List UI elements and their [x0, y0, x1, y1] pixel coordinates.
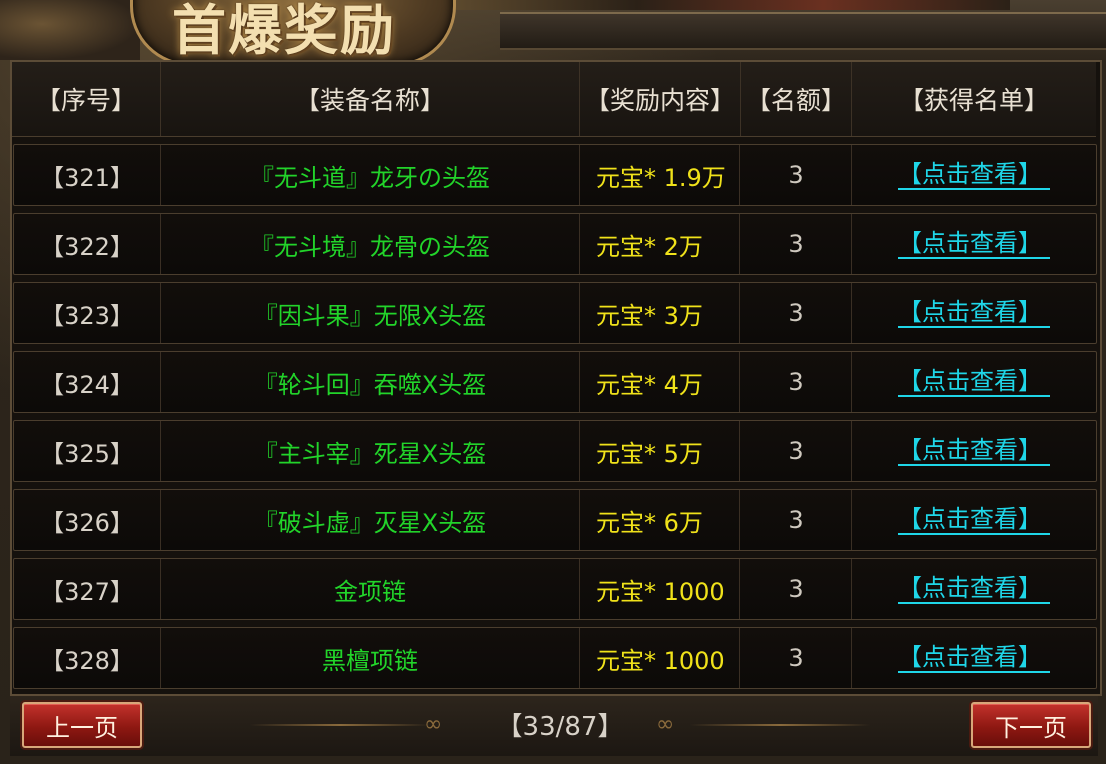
- equipment-name: 黑檀项链: [161, 628, 580, 688]
- equipment-name: 金项链: [161, 559, 580, 619]
- header-quota: 【名额】: [741, 62, 852, 136]
- row-index: 【328】: [14, 628, 161, 688]
- top-rail: [500, 12, 1106, 50]
- pager-divider-left: [250, 724, 430, 726]
- view-winners-link[interactable]: 【点击查看】: [898, 160, 1050, 190]
- header-index: 【序号】: [12, 62, 161, 136]
- table-row: 【328】 黑檀项链 元宝* 1000 3 【点击查看】: [13, 627, 1097, 689]
- row-index: 【324】: [14, 352, 161, 412]
- winner-list-cell: 【点击查看】: [852, 559, 1096, 619]
- row-index: 【325】: [14, 421, 161, 481]
- view-winners-link[interactable]: 【点击查看】: [898, 367, 1050, 397]
- table-row: 【323】 『因斗果』无限Ⅹ头盔 元宝* 3万 3 【点击查看】: [13, 282, 1097, 344]
- reward-amount: 元宝* 1.9万: [580, 145, 740, 205]
- table-row: 【322】 『无斗境』龙骨の头盔 元宝* 2万 3 【点击查看】: [13, 213, 1097, 275]
- view-winners-link[interactable]: 【点击查看】: [898, 298, 1050, 328]
- row-index: 【326】: [14, 490, 161, 550]
- table-row: 【326】 『破斗虚』灭星Ⅹ头盔 元宝* 6万 3 【点击查看】: [13, 489, 1097, 551]
- equipment-name: 『无斗境』龙骨の头盔: [161, 214, 580, 274]
- reward-amount: 元宝* 1000: [580, 628, 740, 688]
- winner-list-cell: 【点击查看】: [852, 214, 1096, 274]
- view-winners-link[interactable]: 【点击查看】: [898, 505, 1050, 535]
- top-decoration-strip: [450, 0, 1010, 10]
- view-winners-link[interactable]: 【点击查看】: [898, 229, 1050, 259]
- equipment-name: 『破斗虚』灭星Ⅹ头盔: [161, 490, 580, 550]
- view-winners-link[interactable]: 【点击查看】: [898, 643, 1050, 673]
- table-row: 【324】 『轮斗回』吞噬Ⅹ头盔 元宝* 4万 3 【点击查看】: [13, 351, 1097, 413]
- pager-divider-right: [690, 724, 870, 726]
- banner-title: 首爆奖励: [172, 0, 396, 62]
- corner-ornament: [0, 0, 140, 60]
- winner-list-cell: 【点击查看】: [852, 490, 1096, 550]
- quota-count: 3: [741, 352, 852, 412]
- quota-count: 3: [741, 490, 852, 550]
- equipment-name: 『主斗宰』死星Ⅹ头盔: [161, 421, 580, 481]
- equipment-name: 『轮斗回』吞噬Ⅹ头盔: [161, 352, 580, 412]
- reward-window: 首爆奖励 【序号】 【装备名称】 【奖励内容】 【名额】 【获得名单】 【321…: [0, 0, 1106, 764]
- quota-count: 3: [741, 628, 852, 688]
- winner-list-cell: 【点击查看】: [852, 352, 1096, 412]
- quota-count: 3: [741, 145, 852, 205]
- page-indicator: 【33/87】: [496, 711, 624, 742]
- row-index: 【323】: [14, 283, 161, 343]
- quota-count: 3: [741, 283, 852, 343]
- prev-page-button[interactable]: 上一页: [22, 702, 142, 748]
- view-winners-link[interactable]: 【点击查看】: [898, 574, 1050, 604]
- equipment-name: 『无斗道』龙牙の头盔: [161, 145, 580, 205]
- quota-count: 3: [741, 214, 852, 274]
- quota-count: 3: [741, 421, 852, 481]
- winner-list-cell: 【点击查看】: [852, 283, 1096, 343]
- row-index: 【321】: [14, 145, 161, 205]
- reward-amount: 元宝* 4万: [580, 352, 740, 412]
- row-index: 【327】: [14, 559, 161, 619]
- header-winner-list: 【获得名单】: [898, 86, 1049, 115]
- swirl-ornament-icon: ∞: [656, 712, 675, 737]
- reward-amount: 元宝* 1000: [580, 559, 740, 619]
- row-index: 【322】: [14, 214, 161, 274]
- reward-amount: 元宝* 3万: [580, 283, 740, 343]
- view-winners-link[interactable]: 【点击查看】: [898, 436, 1050, 466]
- winner-list-cell: 【点击查看】: [852, 145, 1096, 205]
- table-header: 【序号】 【装备名称】 【奖励内容】 【名额】 【获得名单】: [12, 62, 1096, 137]
- reward-amount: 元宝* 2万: [580, 214, 740, 274]
- swirl-ornament-icon: ∞: [424, 712, 443, 737]
- quota-count: 3: [741, 559, 852, 619]
- reward-amount: 元宝* 5万: [580, 421, 740, 481]
- header-equipment-name: 【装备名称】: [161, 62, 580, 136]
- winner-list-cell: 【点击查看】: [852, 421, 1096, 481]
- table-row: 【325】 『主斗宰』死星Ⅹ头盔 元宝* 5万 3 【点击查看】: [13, 420, 1097, 482]
- reward-amount: 元宝* 6万: [580, 490, 740, 550]
- table-row: 【321】 『无斗道』龙牙の头盔 元宝* 1.9万 3 【点击查看】: [13, 144, 1097, 206]
- next-page-button[interactable]: 下一页: [971, 702, 1091, 748]
- winner-list-cell: 【点击查看】: [852, 628, 1096, 688]
- table-row: 【327】 金项链 元宝* 1000 3 【点击查看】: [13, 558, 1097, 620]
- header-reward: 【奖励内容】: [580, 62, 741, 136]
- equipment-name: 『因斗果』无限Ⅹ头盔: [161, 283, 580, 343]
